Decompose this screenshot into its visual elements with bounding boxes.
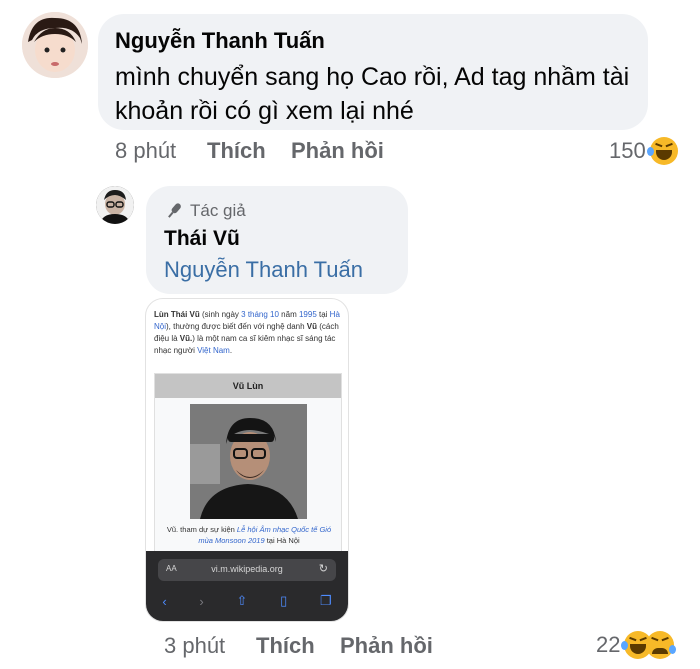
reaction-summary[interactable]: 150 (609, 137, 678, 165)
sad-emoji-icon (646, 631, 677, 659)
infobox-title: Vũ Lùn (155, 374, 341, 398)
wiki-subject-name: Lùn Thái Vũ (154, 310, 200, 319)
back-icon[interactable]: ‹ (162, 594, 166, 609)
share-icon[interactable]: ⇧ (236, 593, 247, 609)
author-badge-label: Tác giả (190, 201, 246, 220)
reload-icon[interactable]: ↻ (319, 562, 328, 575)
tagged-user-link[interactable]: Nguyễn Thanh Tuấn (164, 257, 363, 283)
infobox-photo[interactable] (190, 404, 307, 519)
wiki-link-date[interactable]: 3 tháng 10 (241, 310, 279, 319)
reply-timestamp[interactable]: 3 phút (164, 633, 225, 659)
url-bar[interactable]: AA vi.m.wikipedia.org ↻ (158, 559, 336, 581)
reply-like-button[interactable]: Thích (256, 633, 315, 659)
commenter-avatar[interactable] (22, 12, 88, 78)
reply-reaction-summary[interactable]: 22 (596, 631, 677, 659)
comment-timestamp[interactable]: 8 phút (115, 138, 176, 164)
attached-screenshot[interactable]: Lùn Thái Vũ (sinh ngày 3 tháng 10 năm 19… (145, 298, 349, 622)
browser-nav-row: ‹ › ⇧ ▯ ❐ (146, 589, 348, 613)
forward-icon[interactable]: › (199, 594, 203, 609)
wiki-intro-paragraph: Lùn Thái Vũ (sinh ngày 3 tháng 10 năm 19… (154, 310, 340, 355)
reply-button[interactable]: Phản hồi (291, 138, 384, 164)
reply-reply-button[interactable]: Phản hồi (340, 633, 433, 659)
wiki-link-year[interactable]: 1995 (299, 310, 317, 319)
author-badge: Tác giả (164, 201, 246, 221)
like-button[interactable]: Thích (207, 138, 266, 164)
comment-text: mình chuyển sang họ Cao rồi, Ad tag nhầm… (115, 63, 630, 125)
browser-toolbar: AA vi.m.wikipedia.org ↻ ‹ › ⇧ ▯ ❐ (146, 551, 348, 621)
laughing-emoji-icon (646, 137, 678, 165)
wiki-infobox: Vũ Lùn Vũ. tham dự sự kiện Lễ hội Âm nhạ… (154, 373, 342, 553)
bookmarks-icon[interactable]: ▯ (280, 593, 287, 609)
comment-author-name[interactable]: Nguyễn Thanh Tuấn (115, 28, 325, 54)
wiki-link-country[interactable]: Việt Nam (197, 346, 230, 355)
reply-author-avatar[interactable] (96, 186, 134, 224)
infobox-caption: Vũ. tham dự sự kiện Lễ hội Âm nhạc Quốc … (166, 525, 332, 545)
reaction-count: 150 (609, 138, 646, 163)
tabs-icon[interactable]: ❐ (320, 593, 332, 609)
microphone-icon (168, 203, 181, 218)
reply-reaction-count: 22 (596, 632, 621, 657)
reply-author-name[interactable]: Thái Vũ (164, 227, 240, 251)
url-text: vi.m.wikipedia.org (211, 564, 283, 574)
